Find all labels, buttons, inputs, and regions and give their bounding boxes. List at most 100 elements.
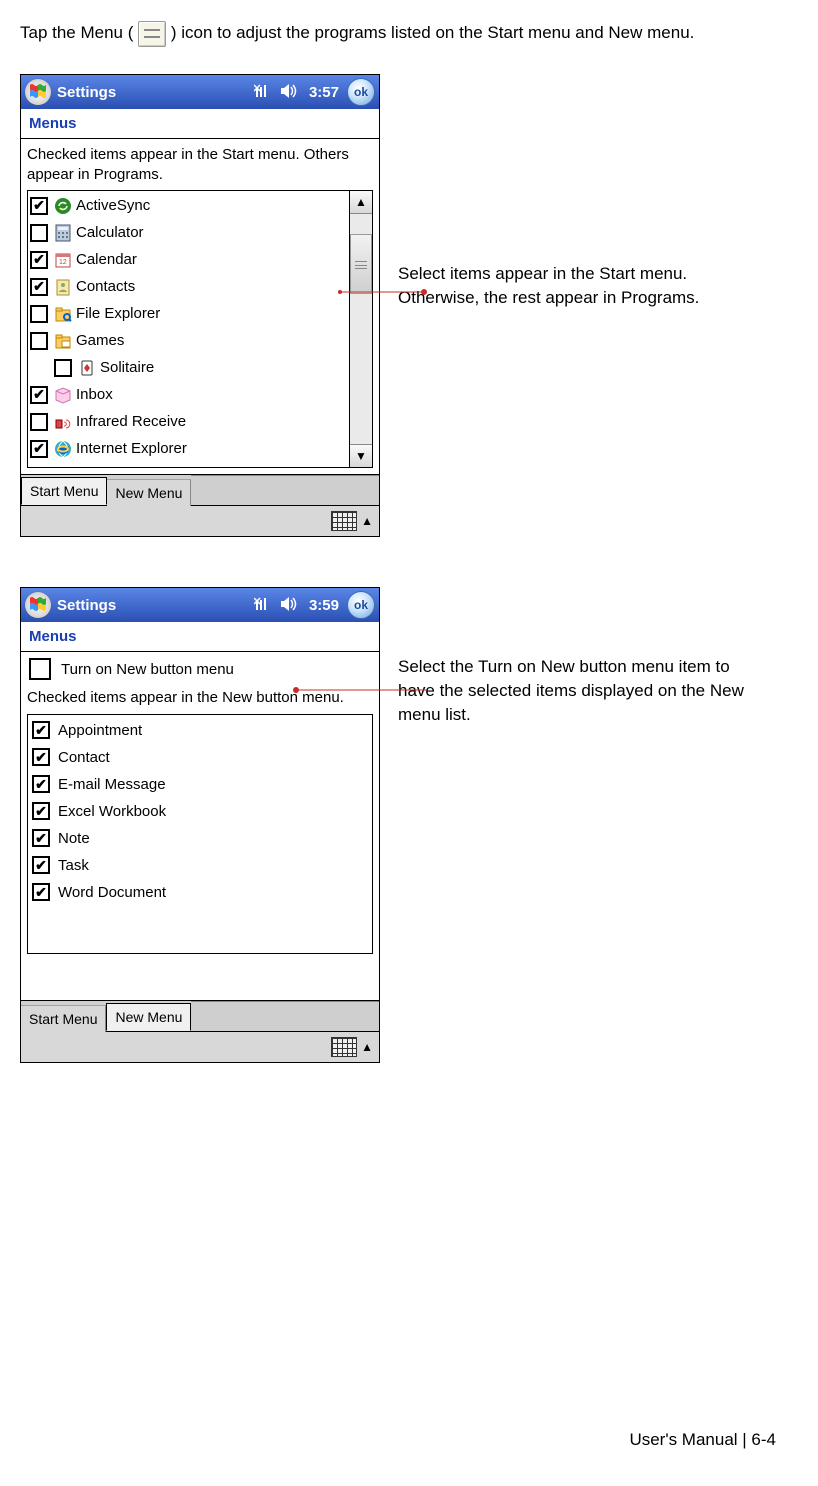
item-label: E-mail Message [58, 776, 166, 793]
volume-icon[interactable] [277, 596, 301, 615]
checkbox[interactable] [32, 856, 50, 874]
contacts-icon [53, 277, 73, 297]
item-label: File Explorer [76, 305, 160, 322]
checkbox[interactable] [30, 197, 48, 215]
sync-icon [53, 196, 73, 216]
scroll-up-button[interactable]: ▲ [350, 191, 372, 214]
item-label: Task [58, 857, 89, 874]
keyboard-icon[interactable] [331, 1037, 357, 1057]
start-icon[interactable] [25, 79, 51, 105]
page-footer: User's Manual | 6-4 [629, 1430, 776, 1450]
checkbox[interactable] [30, 224, 48, 242]
checkbox[interactable] [30, 413, 48, 431]
list-item[interactable]: Internet Explorer [30, 435, 347, 462]
list-item[interactable]: Excel Workbook [32, 798, 368, 825]
tab-start-menu[interactable]: Start Menu [21, 477, 107, 505]
turn-on-label: Turn on New button menu [61, 661, 234, 678]
scroll-thumb[interactable] [350, 234, 372, 294]
programs-listbox: ActiveSync Calculator 12 Calendar Contacts Fi… [27, 190, 373, 468]
checkbox[interactable] [30, 332, 48, 350]
scroll-down-button[interactable]: ▼ [350, 444, 372, 467]
checkbox[interactable] [32, 721, 50, 739]
list-item[interactable]: Solitaire [30, 354, 347, 381]
list-item[interactable]: Contact [32, 744, 368, 771]
keyboard-icon[interactable] [331, 511, 357, 531]
list-item[interactable]: Word Document [32, 879, 368, 906]
checkbox[interactable] [30, 278, 48, 296]
figure-2: Settings 3:59 ok Menus Turn on New butto… [20, 587, 798, 1063]
titlebar: Settings 3:57 ok [21, 75, 379, 109]
list-item[interactable]: Inbox [30, 381, 347, 408]
sip-arrow-icon[interactable]: ▲ [361, 1040, 373, 1054]
intro-before: Tap the Menu ( [20, 23, 133, 42]
list-item[interactable]: Games [30, 327, 347, 354]
list-item[interactable]: Calculator [30, 219, 347, 246]
sip-bar: ▲ [21, 505, 379, 536]
tab-strip: Start Menu New Menu [21, 474, 379, 505]
calendar-icon: 12 [53, 250, 73, 270]
list-item[interactable]: Note [32, 825, 368, 852]
list-item[interactable]: File Explorer [30, 300, 347, 327]
list-item[interactable]: E-mail Message [32, 771, 368, 798]
ok-button[interactable]: ok [347, 591, 375, 619]
list-item[interactable]: Task [32, 852, 368, 879]
signal-icon[interactable] [251, 83, 273, 102]
folder-icon [53, 331, 73, 351]
item-label: Note [58, 830, 90, 847]
item-label: Contact [58, 749, 110, 766]
svg-text:12: 12 [59, 259, 67, 266]
checkbox[interactable] [32, 775, 50, 793]
list-item[interactable]: Contacts [30, 273, 347, 300]
description-text: Checked items appear in the Start menu. … [27, 145, 373, 184]
item-label: Inbox [76, 386, 113, 403]
checkbox[interactable] [32, 748, 50, 766]
item-label: Appointment [58, 722, 142, 739]
intro-text: Tap the Menu ( ) icon to adjust the prog… [20, 16, 798, 50]
list-item[interactable]: 12 Calendar [30, 246, 347, 273]
item-label: Excel Workbook [58, 803, 166, 820]
item-label: Word Document [58, 884, 166, 901]
list-item[interactable]: ActiveSync [30, 192, 347, 219]
scroll-track[interactable] [350, 214, 372, 444]
list-item[interactable]: Infrared Receive [30, 408, 347, 435]
start-icon[interactable] [25, 592, 51, 618]
clock-time[interactable]: 3:59 [305, 597, 343, 614]
clock-time[interactable]: 3:57 [305, 84, 343, 101]
item-label: Calculator [76, 224, 144, 241]
volume-icon[interactable] [277, 83, 301, 102]
list-item[interactable]: Appointment [32, 717, 368, 744]
checkbox[interactable] [54, 359, 72, 377]
scrollbar[interactable]: ▲ ▼ [349, 191, 372, 467]
menu-icon [138, 21, 166, 47]
callout-2: Select the Turn on New button menu item … [398, 655, 768, 726]
turn-on-new-menu-row[interactable]: Turn on New button menu [27, 658, 373, 680]
tab-strip: Start Menu New Menu [21, 1000, 379, 1031]
page-title: Menus [21, 109, 379, 139]
description-text: Checked items appear in the New button m… [27, 688, 373, 708]
tab-start-menu[interactable]: Start Menu [21, 1005, 106, 1032]
item-label: Games [76, 332, 124, 349]
checkbox[interactable] [30, 386, 48, 404]
item-label: ActiveSync [76, 197, 150, 214]
checkbox[interactable] [30, 305, 48, 323]
device-screenshot-1: Settings 3:57 ok Menus Checked items app… [20, 74, 380, 537]
checkbox[interactable] [30, 251, 48, 269]
sip-bar: ▲ [21, 1031, 379, 1062]
ok-button[interactable]: ok [347, 78, 375, 106]
item-label: Contacts [76, 278, 135, 295]
checkbox[interactable] [30, 440, 48, 458]
item-label: Internet Explorer [76, 440, 187, 457]
checkbox[interactable] [32, 802, 50, 820]
explorer-icon [53, 304, 73, 324]
checkbox[interactable] [32, 829, 50, 847]
page-title: Menus [21, 622, 379, 652]
tab-new-menu[interactable]: New Menu [107, 479, 191, 506]
tab-new-menu[interactable]: New Menu [106, 1003, 191, 1031]
signal-icon[interactable] [251, 596, 273, 615]
turn-on-checkbox[interactable] [29, 658, 51, 680]
item-label: Infrared Receive [76, 413, 186, 430]
sip-arrow-icon[interactable]: ▲ [361, 514, 373, 528]
checkbox[interactable] [32, 883, 50, 901]
item-label: Calendar [76, 251, 137, 268]
titlebar-title: Settings [57, 84, 116, 101]
